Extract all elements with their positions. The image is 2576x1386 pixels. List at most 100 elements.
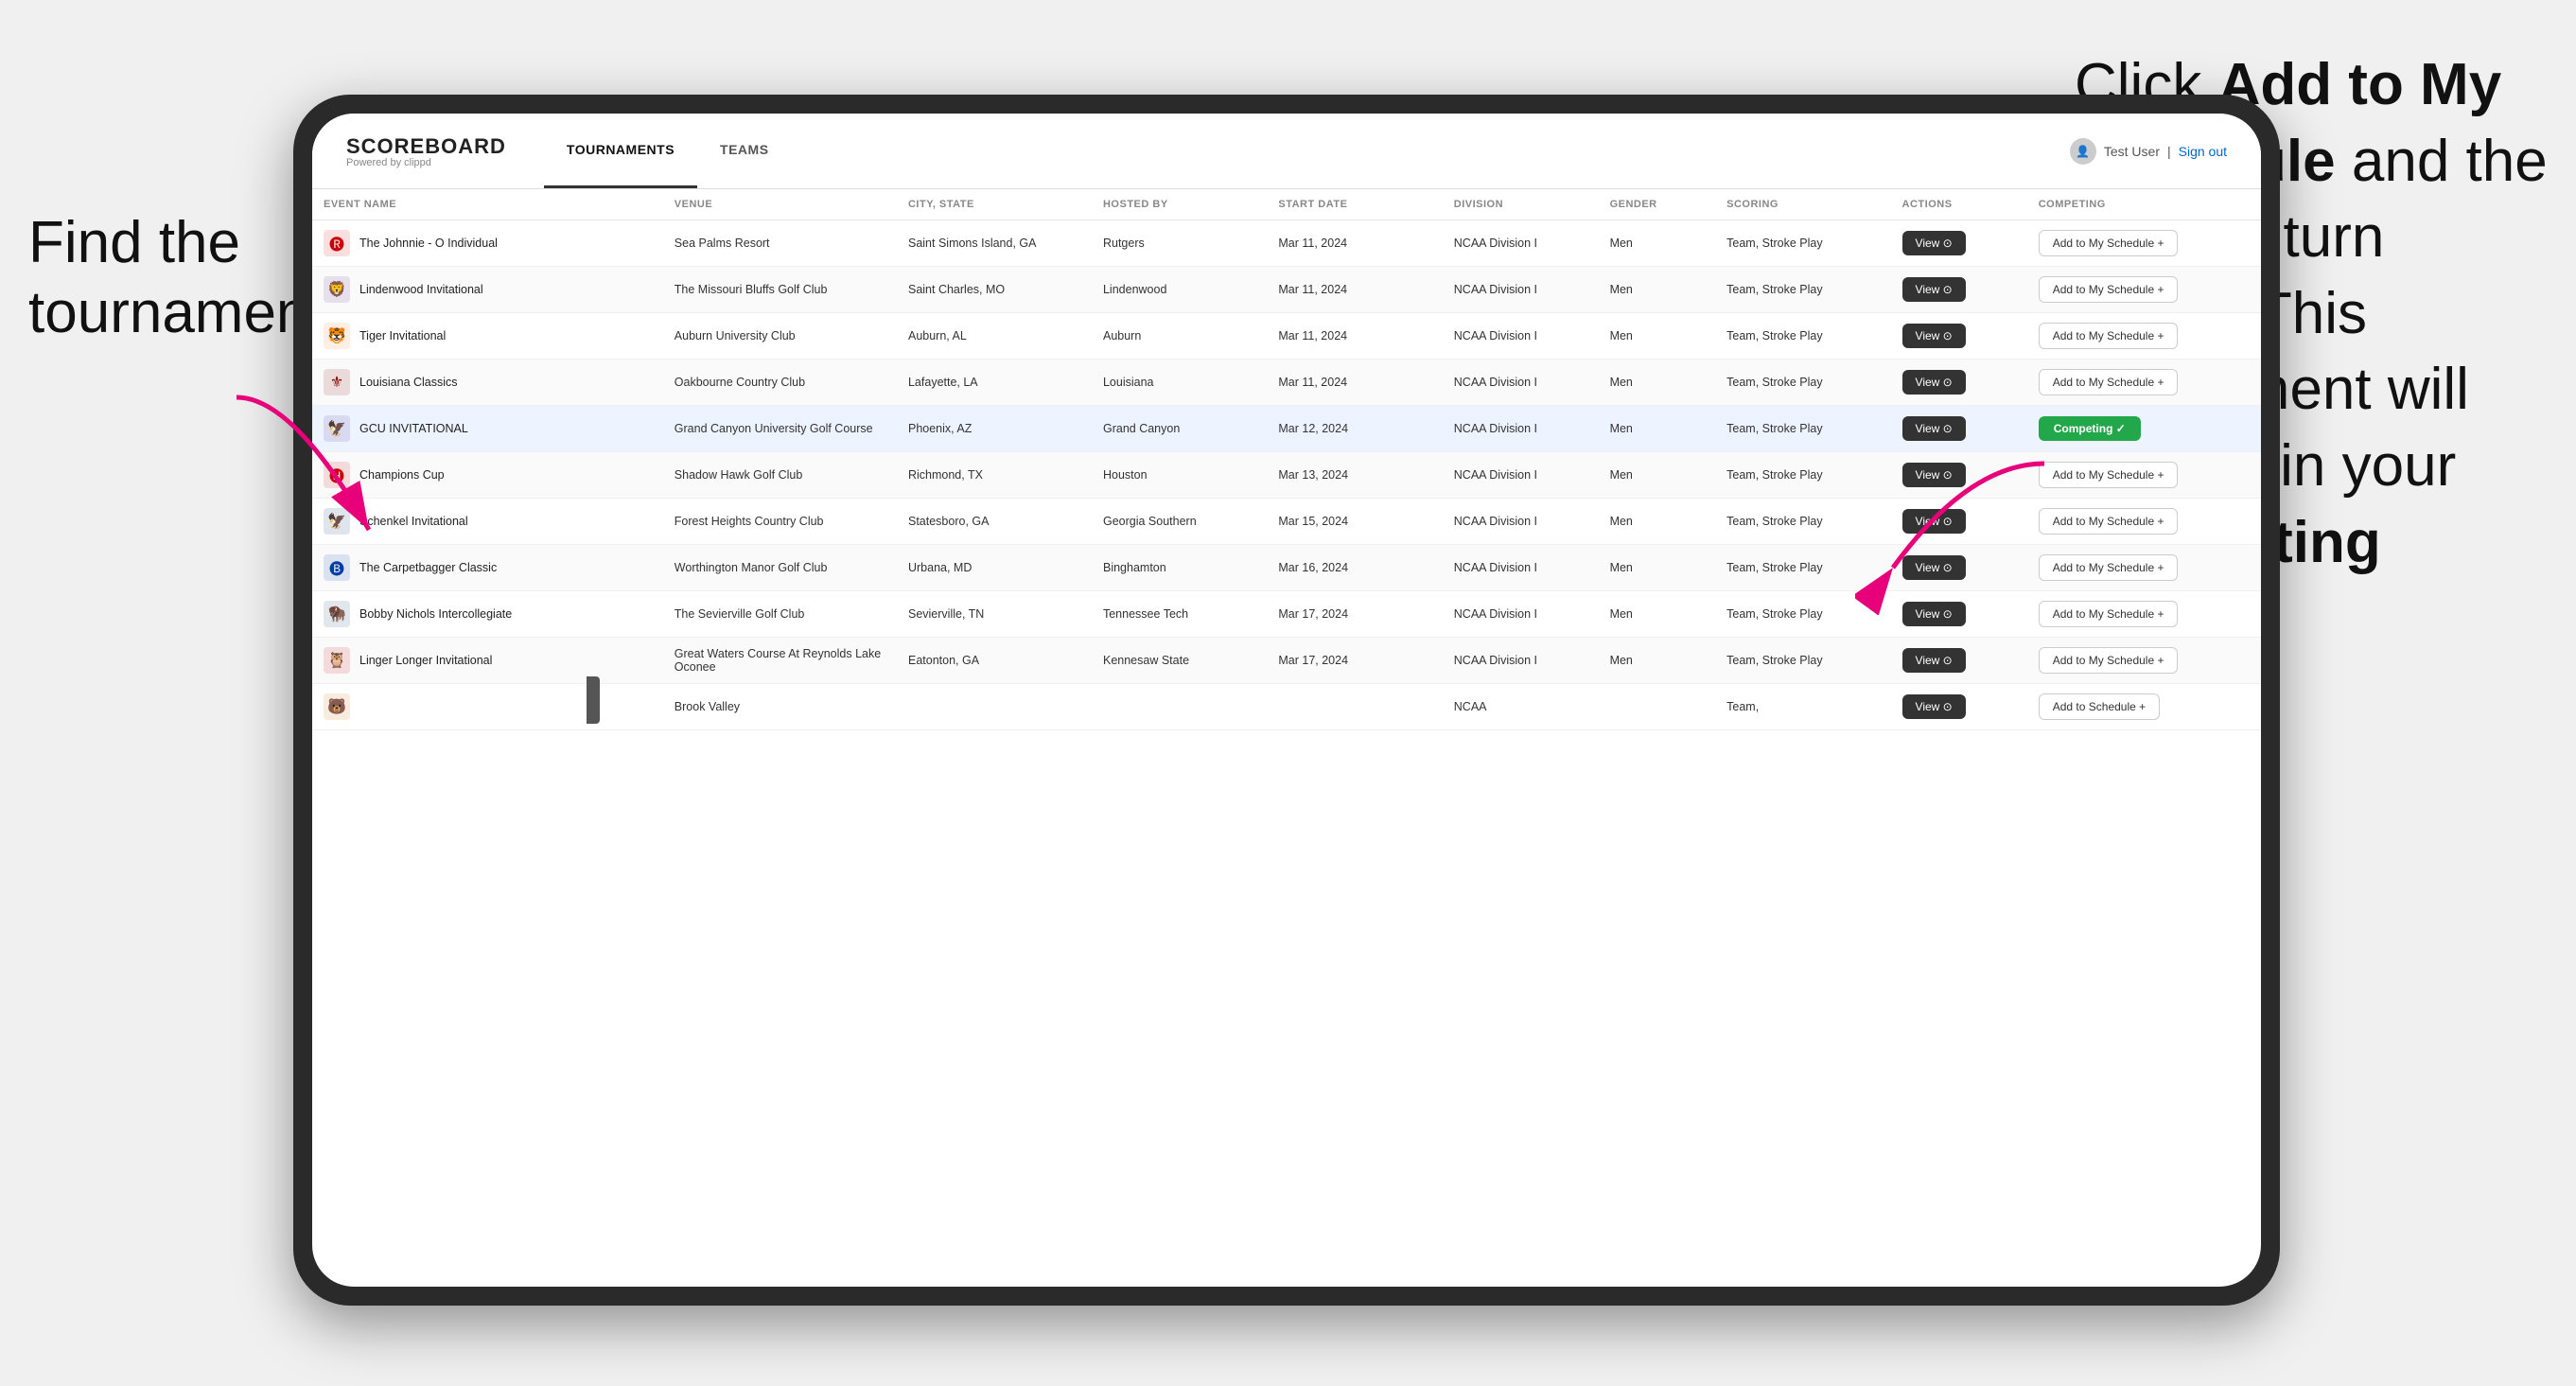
start-date-cell: Mar 17, 2024 [1267,591,1442,638]
hosted-cell: Grand Canyon [1092,406,1267,452]
city-cell: Eatonton, GA [897,638,1092,684]
city-cell: Richmond, TX [897,452,1092,499]
table-row: ⚜ Louisiana Classics Oakbourne Country C… [312,360,2261,406]
tab-teams[interactable]: TEAMS [697,114,792,188]
add-to-schedule-button[interactable]: Add to My Schedule + [2039,276,2179,303]
view-button[interactable]: View ⊙ [1902,231,1966,255]
gender-cell [1599,684,1716,730]
app-header: SCOREBOARD Powered by clippd TOURNAMENTS… [312,114,2261,189]
start-date-cell: Mar 11, 2024 [1267,220,1442,267]
team-logo: 🦁 [324,276,350,303]
view-button[interactable]: View ⊙ [1902,694,1966,719]
logo-area: SCOREBOARD Powered by clippd [346,134,506,168]
division-cell: NCAA Division I [1443,220,1599,267]
venue-cell: Worthington Manor Golf Club [663,545,897,591]
team-logo: 🐯 [324,323,350,349]
division-cell: NCAA Division I [1443,452,1599,499]
add-to-schedule-button[interactable]: Add to My Schedule + [2039,323,2179,349]
col-competing: COMPETING [2027,189,2261,220]
city-cell: Saint Simons Island, GA [897,220,1092,267]
scoring-cell: Team, Stroke Play [1715,220,1890,267]
event-name-cell: 🦉 Linger Longer Invitational [312,638,663,684]
gender-cell: Men [1599,406,1716,452]
division-cell: NCAA Division I [1443,591,1599,638]
table-row: 🐯 Tiger Invitational Auburn University C… [312,313,2261,360]
competing-cell: Add to Schedule + [2027,684,2261,730]
event-name-text: Linger Longer Invitational [359,654,492,667]
division-cell: NCAA Division I [1443,313,1599,360]
event-name-cell: 🅡 The Johnnie - O Individual [312,220,663,267]
add-to-schedule-button[interactable]: Add to Schedule + [2039,693,2160,720]
header-right: 👤 Test User | Sign out [2070,138,2227,165]
division-cell: NCAA Division I [1443,638,1599,684]
city-cell: Urbana, MD [897,545,1092,591]
user-label: Test User [2104,144,2160,159]
hosted-cell: Lindenwood [1092,267,1267,313]
signout-link[interactable]: Sign out [2179,144,2227,159]
col-actions: ACTIONS [1891,189,2027,220]
scoring-cell: Team, Stroke Play [1715,267,1890,313]
venue-cell: Brook Valley [663,684,897,730]
division-cell: NCAA Division I [1443,545,1599,591]
competing-cell: Add to My Schedule + [2027,360,2261,406]
hosted-cell: Auburn [1092,313,1267,360]
start-date-cell [1267,684,1442,730]
col-venue: VENUE [663,189,897,220]
actions-cell: View ⊙ [1891,313,2027,360]
event-name-cell: 🦬 Bobby Nichols Intercollegiate [312,591,663,638]
tab-tournaments[interactable]: TOURNAMENTS [544,114,697,188]
division-cell: NCAA Division I [1443,267,1599,313]
table-header-row: EVENT NAME VENUE CITY, STATE HOSTED BY S… [312,189,2261,220]
add-to-schedule-button[interactable]: Add to My Schedule + [2039,230,2179,256]
division-cell: NCAA Division I [1443,360,1599,406]
event-name-text: Tiger Invitational [359,329,446,342]
col-scoring: SCORING [1715,189,1890,220]
competing-button[interactable]: Competing ✓ [2039,416,2141,441]
event-name-cell: 🐯 Tiger Invitational [312,313,663,360]
separator: | [2167,144,2171,159]
city-cell: Sevierville, TN [897,591,1092,638]
col-hosted-by: HOSTED BY [1092,189,1267,220]
division-cell: NCAA Division I [1443,499,1599,545]
venue-cell: Shadow Hawk Golf Club [663,452,897,499]
event-name-cell: 🐻 [312,684,663,730]
team-logo: 🅡 [324,230,350,256]
competing-cell: Add to My Schedule + [2027,220,2261,267]
arrow-left-annotation [218,378,407,568]
competing-cell: Add to My Schedule + [2027,313,2261,360]
start-date-cell: Mar 16, 2024 [1267,545,1442,591]
view-button[interactable]: View ⊙ [1902,370,1966,395]
venue-cell: The Sevierville Golf Club [663,591,897,638]
gender-cell: Men [1599,267,1716,313]
col-division: DIVISION [1443,189,1599,220]
gender-cell: Men [1599,499,1716,545]
start-date-cell: Mar 12, 2024 [1267,406,1442,452]
add-to-schedule-button[interactable]: Add to My Schedule + [2039,369,2179,395]
city-cell: Phoenix, AZ [897,406,1092,452]
view-button[interactable]: View ⊙ [1902,416,1966,441]
table-row: 🦁 Lindenwood Invitational The Missouri B… [312,267,2261,313]
event-name-text: Lindenwood Invitational [359,283,483,296]
side-tab[interactable] [587,676,600,724]
view-button[interactable]: View ⊙ [1902,277,1966,302]
venue-cell: The Missouri Bluffs Golf Club [663,267,897,313]
view-button[interactable]: View ⊙ [1902,324,1966,348]
division-cell: NCAA Division I [1443,406,1599,452]
view-button[interactable]: View ⊙ [1902,648,1966,673]
add-to-schedule-button[interactable]: Add to My Schedule + [2039,647,2179,674]
gender-cell: Men [1599,452,1716,499]
hosted-cell: Louisiana [1092,360,1267,406]
table-row: 🅡 The Johnnie - O Individual Sea Palms R… [312,220,2261,267]
venue-cell: Forest Heights Country Club [663,499,897,545]
tablet-frame: SCOREBOARD Powered by clippd TOURNAMENTS… [293,95,2280,1306]
hosted-cell: Kennesaw State [1092,638,1267,684]
actions-cell: View ⊙ [1891,220,2027,267]
scoring-cell: Team, Stroke Play [1715,360,1890,406]
arrow-right-annotation [1855,445,2063,615]
hosted-cell: Houston [1092,452,1267,499]
event-name-text: The Johnnie - O Individual [359,237,498,250]
venue-cell: Oakbourne Country Club [663,360,897,406]
hosted-cell: Rutgers [1092,220,1267,267]
venue-cell: Great Waters Course At Reynolds Lake Oco… [663,638,897,684]
scoring-cell: Team, Stroke Play [1715,638,1890,684]
